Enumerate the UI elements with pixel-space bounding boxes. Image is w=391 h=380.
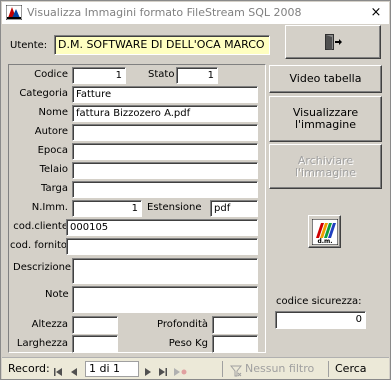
targa-field[interactable]: [72, 181, 258, 198]
altezza-label: Altezza: [31, 319, 68, 330]
utente-field[interactable]: D.M. SOFTWARE DI DELL'OCA MARCO: [54, 35, 270, 55]
visualizzare-immagine-button[interactable]: Visualizzare l'immagine: [269, 96, 382, 142]
profondita-label: Profondità: [156, 319, 208, 330]
title-bar[interactable]: Visualizza Immagini formato FileStream S…: [2, 2, 389, 24]
archiviare-line2: l'immagine: [294, 165, 357, 179]
peso-label: Peso Kg: [168, 338, 208, 349]
exit-door-icon: [325, 34, 342, 50]
estensione-field[interactable]: pdf: [210, 200, 258, 217]
nome-label: Nome: [38, 107, 69, 118]
dm-app-icon: [6, 5, 22, 20]
codice-field[interactable]: 1: [72, 67, 126, 84]
no-filter-icon: [230, 365, 242, 377]
search-box[interactable]: Cerca: [335, 361, 367, 377]
codice-sicurezza-label: codice sicurezza:: [276, 296, 362, 307]
next-record-icon[interactable]: [143, 364, 153, 380]
peso-field[interactable]: [212, 335, 258, 353]
cod-cliente-field[interactable]: 000105: [66, 219, 258, 236]
categoria-label: Categoria: [19, 88, 68, 99]
note-label: Note: [45, 289, 69, 300]
nav-separator: [222, 361, 223, 377]
first-record-icon[interactable]: [53, 364, 63, 380]
larghezza-label: Larghezza: [16, 338, 68, 349]
archiviare-immagine-button[interactable]: Archiviare l'immagine: [269, 144, 382, 189]
record-label: Record:: [8, 362, 50, 375]
record-navigation-bar: Record: 1 di 1 Nessun filtro Cerca: [2, 357, 389, 379]
descrizione-field[interactable]: [72, 258, 258, 284]
n-imm-label: N.Imm.: [31, 202, 68, 213]
note-field[interactable]: [72, 286, 258, 313]
dm-logo-button[interactable]: d.m.: [308, 215, 341, 248]
exit-button[interactable]: [285, 25, 381, 59]
autore-field[interactable]: [72, 124, 258, 141]
stato-field[interactable]: 1: [176, 67, 218, 84]
codice-sicurezza-field[interactable]: 0: [275, 311, 366, 329]
estensione-label: Estensione: [147, 202, 202, 213]
previous-record-icon[interactable]: [69, 364, 79, 380]
epoca-field[interactable]: [72, 143, 258, 160]
telaio-label: Telaio: [39, 164, 68, 175]
autore-label: Autore: [34, 126, 68, 137]
telaio-field[interactable]: [72, 162, 258, 179]
cod-cliente-label: cod.cliente: [13, 221, 68, 232]
dialog-window: Visualizza Immagini formato FileStream S…: [0, 0, 391, 380]
n-imm-field[interactable]: 1: [72, 200, 142, 217]
cod-fornitore-label: cod. fornitore: [10, 240, 78, 251]
new-record-icon[interactable]: [173, 364, 187, 380]
nome-field[interactable]: fattura Bizzozero A.pdf: [72, 105, 258, 122]
profondita-field[interactable]: [212, 316, 258, 334]
epoca-label: Epoca: [37, 145, 68, 156]
descrizione-label: Descrizione: [13, 262, 72, 273]
current-record-field[interactable]: 1 di 1: [85, 361, 139, 377]
utente-label: Utente:: [10, 40, 48, 51]
dm-logo-text: d.m.: [317, 238, 332, 245]
last-record-icon[interactable]: [158, 364, 168, 380]
close-icon[interactable]: ×: [367, 4, 385, 21]
altezza-field[interactable]: [72, 316, 118, 334]
codice-label: Codice: [34, 69, 68, 80]
dm-logo-icon: d.m.: [311, 218, 338, 245]
form-body: Utente: D.M. SOFTWARE DI DELL'OCA MARCO …: [2, 24, 389, 357]
larghezza-field[interactable]: [72, 335, 118, 353]
targa-label: Targa: [41, 183, 68, 194]
nav-separator: [328, 361, 329, 377]
stato-label: Stato: [148, 69, 175, 80]
archiviare-line1: Archiviare: [297, 153, 354, 167]
visualizzare-line2: l'immagine: [294, 118, 357, 131]
categoria-field[interactable]: Fatture: [72, 86, 258, 103]
filter-status[interactable]: Nessun filtro: [245, 361, 314, 377]
window-title: Visualizza Immagini formato FileStream S…: [27, 6, 302, 19]
video-tabella-button[interactable]: Video tabella: [269, 65, 382, 93]
cod-fornitore-field[interactable]: [66, 238, 258, 255]
